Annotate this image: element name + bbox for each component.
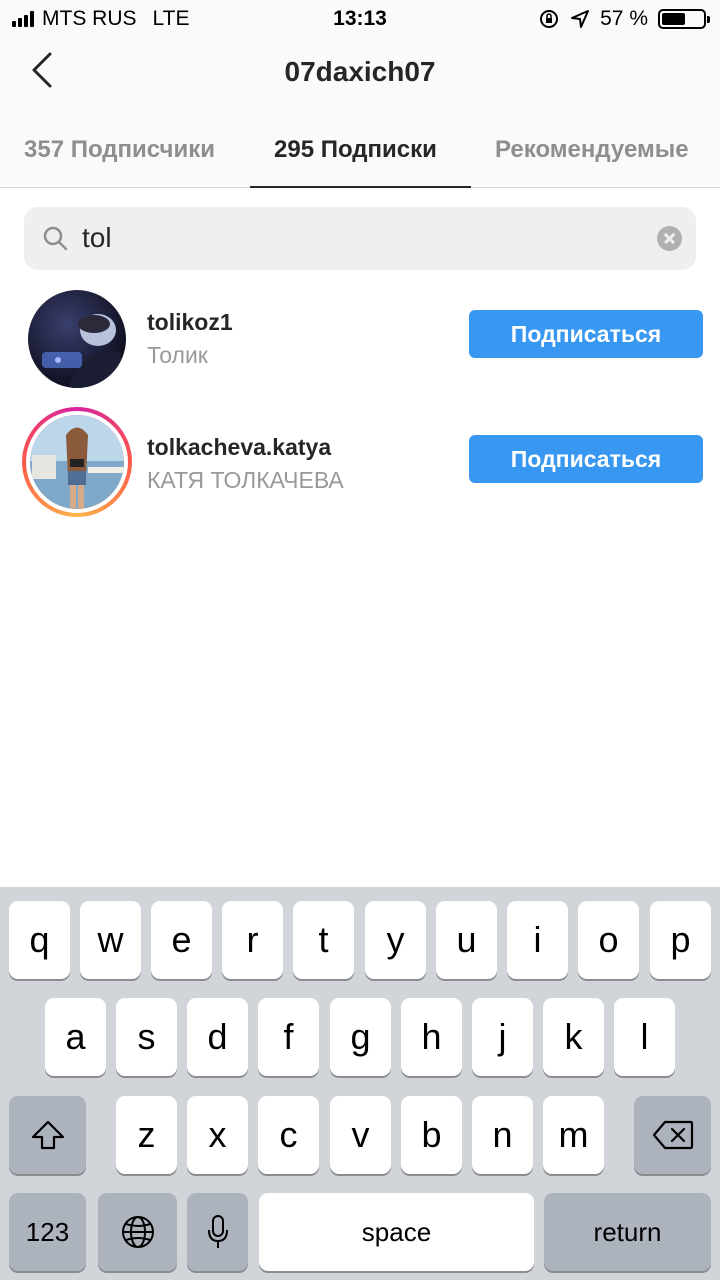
key-n[interactable]: n	[472, 1096, 533, 1174]
search-icon	[43, 226, 68, 251]
key-j[interactable]: j	[472, 998, 533, 1076]
return-key[interactable]: return	[544, 1193, 711, 1271]
space-key[interactable]: space	[259, 1193, 534, 1271]
list-item[interactable]: tolikoz1 Толик Подписаться	[0, 282, 720, 392]
key-d[interactable]: d	[187, 998, 248, 1076]
key-c[interactable]: c	[258, 1096, 319, 1174]
status-right: 57 %	[538, 7, 710, 31]
shift-key[interactable]	[9, 1096, 86, 1174]
backspace-key[interactable]	[634, 1096, 711, 1174]
key-k[interactable]: k	[543, 998, 604, 1076]
status-bar: MTS RUS LTE 13:13 57 %	[0, 0, 720, 38]
username[interactable]: tolikoz1	[147, 309, 233, 336]
backspace-icon	[652, 1120, 693, 1150]
key-p[interactable]: p	[650, 901, 711, 979]
battery-icon	[658, 9, 710, 29]
key-g[interactable]: g	[330, 998, 391, 1076]
full-name: Толик	[147, 342, 208, 368]
search-bar[interactable]	[24, 207, 696, 270]
page-title: 07daxich07	[284, 56, 436, 87]
globe-icon	[121, 1216, 154, 1248]
key-e[interactable]: e	[151, 901, 212, 979]
key-f[interactable]: f	[258, 998, 319, 1076]
tab-followers[interactable]: 357 Подписчики	[24, 136, 215, 164]
key-o[interactable]: o	[578, 901, 639, 979]
microphone-key[interactable]	[187, 1193, 248, 1271]
key-a[interactable]: a	[45, 998, 106, 1076]
key-y[interactable]: y	[365, 901, 426, 979]
key-t[interactable]: t	[293, 901, 354, 979]
key-x[interactable]: x	[187, 1096, 248, 1174]
list-item[interactable]: tolkacheva.katya КАТЯ ТОЛКАЧЕВА Подписат…	[0, 405, 720, 517]
key-h[interactable]: h	[401, 998, 462, 1076]
active-tab-indicator	[250, 186, 471, 188]
key-m[interactable]: m	[543, 1096, 604, 1174]
username[interactable]: tolkacheva.katya	[147, 434, 331, 461]
key-s[interactable]: s	[116, 998, 177, 1076]
full-name: КАТЯ ТОЛКАЧЕВА	[147, 467, 344, 493]
microphone-icon	[207, 1215, 228, 1248]
avatar-photo	[26, 411, 128, 513]
key-w[interactable]: w	[80, 901, 141, 979]
key-z[interactable]: z	[116, 1096, 177, 1174]
key-b[interactable]: b	[401, 1096, 462, 1174]
key-v[interactable]: v	[330, 1096, 391, 1174]
key-r[interactable]: r	[222, 901, 283, 979]
key-i[interactable]: i	[507, 901, 568, 979]
tab-following[interactable]: 295 Подписки	[274, 136, 437, 164]
key-u[interactable]: u	[436, 901, 497, 979]
avatar[interactable]	[22, 407, 132, 517]
avatar[interactable]	[28, 290, 126, 388]
follow-button[interactable]: Подписаться	[469, 310, 703, 358]
key-l[interactable]: l	[614, 998, 675, 1076]
globe-key[interactable]	[98, 1193, 177, 1271]
battery-percent: 57 %	[600, 7, 648, 30]
shift-icon	[31, 1120, 64, 1150]
numbers-key[interactable]: 123	[9, 1193, 86, 1271]
clear-icon[interactable]	[657, 226, 682, 251]
tab-bar: 357 Подписчики 295 Подписки Рекомендуемы…	[0, 110, 720, 188]
tab-suggested[interactable]: Рекомендуемые	[495, 136, 689, 164]
keyboard: q w e r t y u i o p a s d f g h j k l z …	[0, 887, 720, 1280]
search-input[interactable]	[82, 215, 662, 261]
follow-button[interactable]: Подписаться	[469, 435, 703, 483]
rotation-lock-icon	[540, 10, 559, 28]
key-q[interactable]: q	[9, 901, 70, 979]
location-icon	[571, 10, 590, 28]
header: 07daxich07	[0, 38, 720, 110]
